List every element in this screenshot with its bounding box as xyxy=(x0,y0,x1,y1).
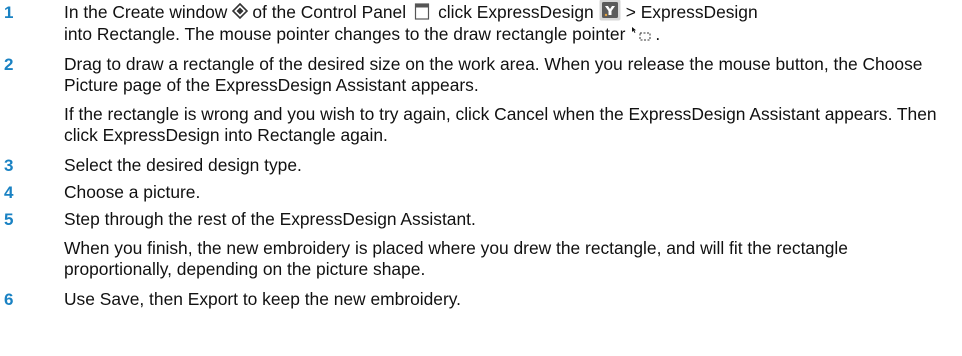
step-text-part: . xyxy=(655,24,661,45)
step-body: Select the desired design type. xyxy=(64,155,962,176)
step-number: 6 xyxy=(4,290,14,310)
step-text-part: of the Control Panel xyxy=(252,2,407,22)
step-3: 3 Select the desired design type. xyxy=(0,155,962,176)
step-text: Use Save, then Export to keep the new em… xyxy=(64,289,461,310)
instruction-page: 1 In the Create window of the Control Pan… xyxy=(0,0,962,356)
step-2: 2 Drag to draw a rectangle of the desire… xyxy=(0,54,962,146)
step-text: In the Create window of the Control Panel… xyxy=(64,0,954,24)
steps-list: 1 In the Create window of the Control Pan… xyxy=(0,0,962,310)
step-note: If the rectangle is wrong and you wish t… xyxy=(64,104,937,146)
step-number: 2 xyxy=(4,55,14,75)
step-text-part: click ExpressDesign xyxy=(438,2,594,22)
step-note: When you finish, the new embroidery is p… xyxy=(64,238,848,280)
step-text: Step through the rest of the ExpressDesi… xyxy=(64,209,476,230)
step-5: 5 Step through the rest of the ExpressDe… xyxy=(0,209,962,280)
step-number: 1 xyxy=(4,3,14,22)
step-text-continued: into Rectangle. The mouse pointer change… xyxy=(64,24,954,45)
step-text-part: In the Create window xyxy=(64,2,228,22)
step-text-part: > ExpressDesign xyxy=(625,2,758,22)
step-number: 3 xyxy=(4,156,14,176)
step-body: In the Create window of the Control Panel… xyxy=(64,0,962,45)
step-number: 5 xyxy=(4,210,14,230)
step-4: 4 Choose a picture. xyxy=(0,182,962,203)
step-body: Choose a picture. xyxy=(64,182,962,203)
step-6: 6 Use Save, then Export to keep the new … xyxy=(0,289,962,310)
expressdesign-icon xyxy=(599,0,621,21)
step-text: Choose a picture. xyxy=(64,182,201,203)
step-1: 1 In the Create window of the Control Pan… xyxy=(0,0,962,45)
control-panel-icon xyxy=(414,2,430,21)
step-text-part: into Rectangle. The mouse pointer change… xyxy=(64,24,626,45)
step-number: 4 xyxy=(4,183,14,203)
step-body: Drag to draw a rectangle of the desired … xyxy=(64,54,962,146)
step-body: Step through the rest of the ExpressDesi… xyxy=(64,209,962,280)
draw-rectangle-pointer-icon xyxy=(631,26,653,42)
step-text: Select the desired design type. xyxy=(64,155,302,176)
step-text: Drag to draw a rectangle of the desired … xyxy=(64,54,923,96)
create-window-icon xyxy=(232,3,249,20)
step-body: Use Save, then Export to keep the new em… xyxy=(64,289,962,310)
